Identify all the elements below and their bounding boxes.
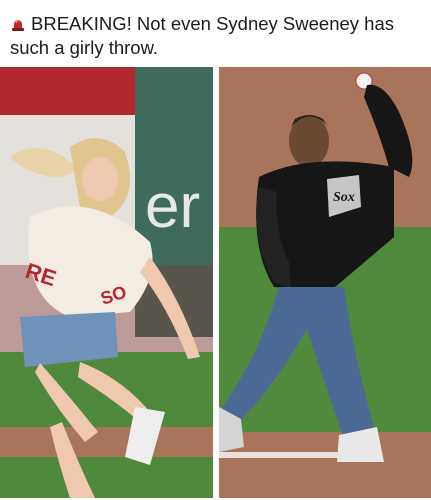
sydney-sweeney-pitch-photo: er RE SO xyxy=(0,67,213,498)
obama-pitch-photo: Sox xyxy=(219,67,431,498)
jersey-logo: Sox xyxy=(333,190,355,205)
police-siren-icon xyxy=(12,19,24,31)
wall-lettering: er xyxy=(145,172,200,241)
caption-text: BREAKING! Not even Sydney Sweeney has su… xyxy=(10,13,394,58)
post-caption: BREAKING! Not even Sydney Sweeney has su… xyxy=(10,12,425,60)
